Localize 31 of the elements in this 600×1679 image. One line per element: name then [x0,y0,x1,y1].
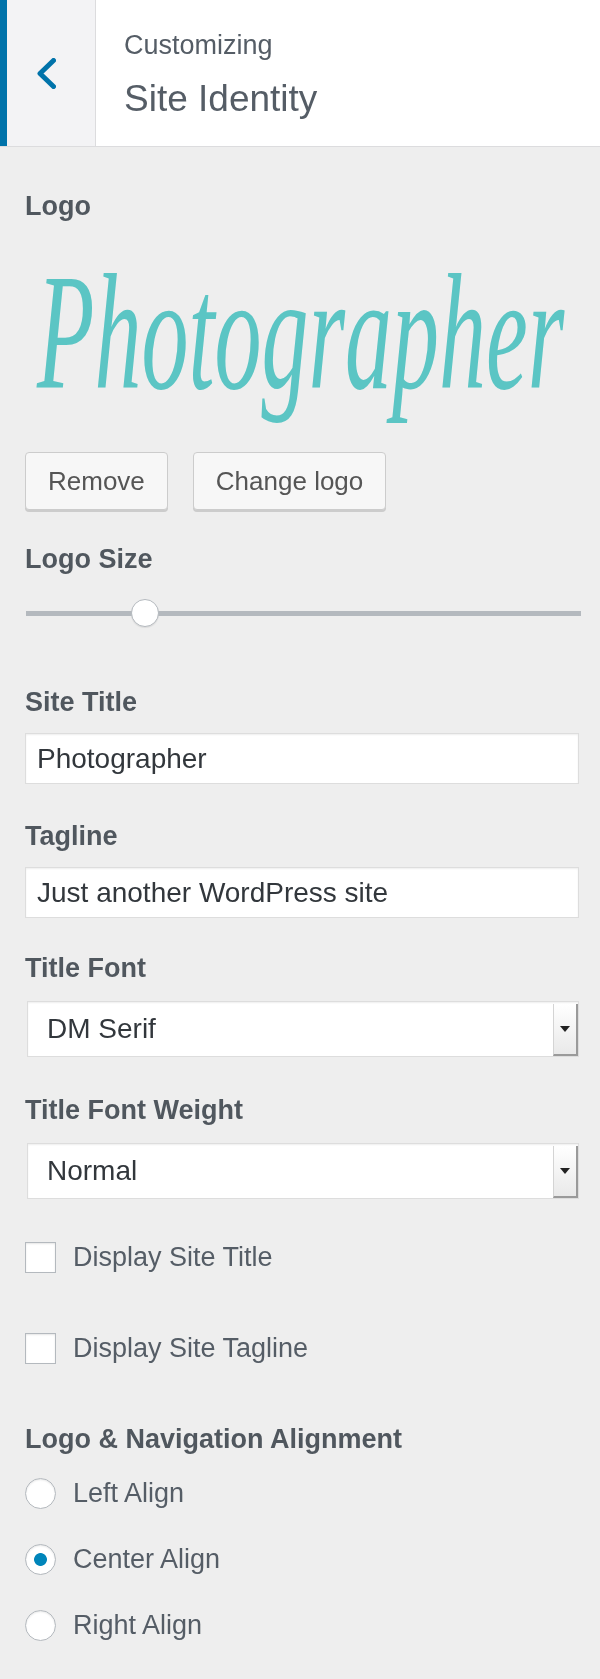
caret-icon [553,1004,578,1056]
text-field[interactable]: Just another WordPress site [25,867,579,918]
field-label: Title Font Weight [25,1094,244,1126]
checkbox-label: Display Site Title [73,1241,273,1273]
radio-label: Right Align [73,1609,203,1641]
caret-icon [553,1146,578,1198]
logo-wordmark: Photographer [37,240,565,425]
checkbox[interactable] [25,1332,56,1364]
field-label: Title Font [25,952,147,984]
remove-button[interactable]: Remove [25,452,168,510]
text-field[interactable]: Photographer [25,733,579,784]
radio-label: Left Align [73,1477,185,1509]
breadcrumb-text: Customizing [124,29,273,61]
back-button[interactable] [7,0,96,146]
radio-button[interactable] [25,1477,56,1509]
checkbox-label: Display Site Tagline [73,1332,309,1364]
field-label: Logo [25,190,92,222]
dropdown[interactable]: DM Serif [27,1001,579,1057]
field-label: Tagline [25,820,119,852]
checkbox[interactable] [25,1241,56,1273]
chevron-left-icon [36,57,56,89]
field-label: Site Title [25,686,139,718]
slider-thumb[interactable] [131,599,160,627]
field-label: Logo & Navigation Alignment [25,1423,403,1455]
field-label: Logo Size [25,543,154,575]
radio-button[interactable] [25,1609,56,1641]
change-logo-button[interactable]: Change logo [192,452,387,510]
panel-title: Site Identity [124,77,318,121]
radio-label: Center Align [73,1543,221,1575]
dropdown[interactable]: Normal [27,1143,579,1199]
radio-button[interactable] [25,1543,56,1575]
